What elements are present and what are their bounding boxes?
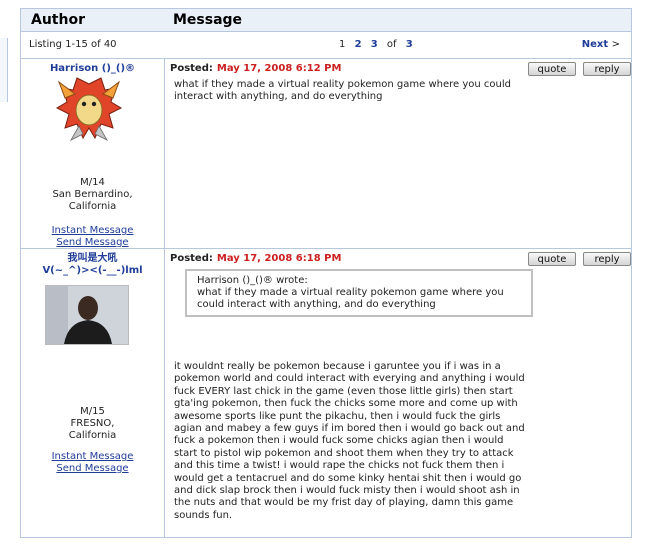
post-body-line: and dick slap brock then i would fuck mi… [174, 485, 520, 497]
post-row: Harrison ()_()® M/14 San Bernardino, Cal… [21, 59, 631, 249]
forum-table: Author Message Listing 1-15 of 40 1 2 3 … [20, 8, 632, 538]
post-body-line: gta'ing pokemon, then fuck the chicks so… [174, 398, 518, 410]
author-location-city: FRESNO, [70, 418, 115, 429]
post-author-cell: Harrison ()_()® M/14 San Bernardino, Cal… [21, 59, 164, 248]
author-name-link[interactable]: 我叫是大吼 V(~_^)><(-__-)lml [21, 253, 164, 277]
post-message-cell: Posted: May 17, 2008 6:12 PM quote reply … [165, 59, 631, 248]
author-column-header: Author [31, 12, 85, 28]
post-body-line: would get a tentacruel and do some kinky… [174, 472, 522, 484]
next-page-link[interactable]: Next > [582, 39, 620, 50]
author-name-line: 我叫是大吼 [67, 253, 118, 264]
of-label: of [386, 39, 397, 50]
post-body: what if they made a virtual reality poke… [174, 79, 511, 104]
post-body-line: fuck EVERY last chick in the game (even … [174, 385, 513, 397]
post-body: it wouldnt really be pokemon because i g… [174, 361, 525, 522]
page-3-link[interactable]: 3 [371, 39, 378, 50]
pagination: 1 2 3 of 3 [336, 39, 416, 50]
quote-author: Harrison ()_()® wrote: [197, 275, 308, 286]
reply-button[interactable]: reply [583, 252, 631, 266]
author-location-city: San Bernardino, [52, 189, 133, 200]
author-location-state: California [68, 201, 117, 212]
quote-button[interactable]: quote [528, 62, 576, 76]
author-age-sex: M/15 [80, 406, 105, 417]
post-body-line: pokemon world and could interact with ev… [174, 373, 525, 385]
post-meta: Posted: May 17, 2008 6:12 PM [170, 63, 341, 74]
post-body-line: fuck a pokemon then i would fuck some ch… [174, 435, 504, 447]
listing-bar: Listing 1-15 of 40 1 2 3 of 3 Next > [21, 32, 631, 59]
post-message-cell: Posted: May 17, 2008 6:18 PM quote reply … [165, 249, 631, 549]
page-2-link[interactable]: 2 [355, 39, 362, 50]
author-info: M/14 San Bernardino, California [21, 177, 164, 213]
quoted-message: Harrison ()_()® wrote: what if they made… [185, 269, 533, 317]
post-author-cell: 我叫是大吼 V(~_^)><(-__-)lml M/15 FRESNO, Cal… [21, 249, 164, 549]
post-row: 我叫是大吼 V(~_^)><(-__-)lml M/15 FRESNO, Cal… [21, 249, 631, 549]
user-photo-icon [45, 285, 129, 345]
send-message-link[interactable]: Send Message [21, 463, 164, 475]
post-body-line: agian and mabey a few guys if im bored t… [174, 423, 525, 435]
post-body-line: what if they made a virtual reality poke… [174, 79, 511, 90]
next-arrow-icon: > [611, 39, 620, 50]
pokemon-avatar-icon [55, 77, 123, 141]
author-name-link[interactable]: Harrison ()_()® [21, 63, 164, 75]
instant-message-link[interactable]: Instant Message [21, 225, 164, 237]
author-location-state: California [68, 430, 117, 441]
author-links: Instant Message Send Message [21, 225, 164, 249]
quote-line: what if they made a virtual reality poke… [197, 287, 504, 298]
total-pages-link[interactable]: 3 [406, 39, 413, 50]
posted-label: Posted: [170, 253, 213, 264]
posted-date: May 17, 2008 6:18 PM [216, 253, 342, 264]
post-body-line: interact with anything, and do everythin… [174, 91, 383, 103]
page-1-current: 1 [339, 39, 346, 50]
left-edge-strip [0, 38, 8, 102]
post-body-line: awesome sports like punt the pikachu, th… [174, 410, 501, 422]
instant-message-link[interactable]: Instant Message [21, 451, 164, 463]
posted-date: May 17, 2008 6:12 PM [216, 63, 342, 74]
post-body-line: start to pistol wip pokemon and shoot th… [174, 447, 514, 459]
post-body-line: sounds fun. [174, 509, 233, 521]
post-body-line: and this time a twist! i would rape the … [174, 460, 505, 472]
posted-label: Posted: [170, 63, 213, 74]
post-body-line: it wouldnt really be pokemon because i g… [174, 361, 501, 372]
send-message-link[interactable]: Send Message [21, 237, 164, 249]
author-age-sex: M/14 [80, 177, 105, 188]
message-column-header: Message [173, 12, 243, 28]
author-info: M/15 FRESNO, California [21, 406, 164, 442]
table-header: Author Message [21, 9, 631, 32]
author-name-line: V(~_^)><(-__-)lml [42, 265, 143, 276]
post-meta: Posted: May 17, 2008 6:18 PM [170, 253, 341, 264]
quote-line: could interact with anything, and do eve… [197, 299, 436, 310]
listing-count: Listing 1-15 of 40 [29, 39, 117, 50]
quote-button[interactable]: quote [528, 252, 576, 266]
next-label: Next [581, 39, 609, 50]
post-body-line: the nuts and that would be my frist day … [174, 497, 514, 509]
reply-button[interactable]: reply [583, 62, 631, 76]
author-links: Instant Message Send Message [21, 451, 164, 475]
